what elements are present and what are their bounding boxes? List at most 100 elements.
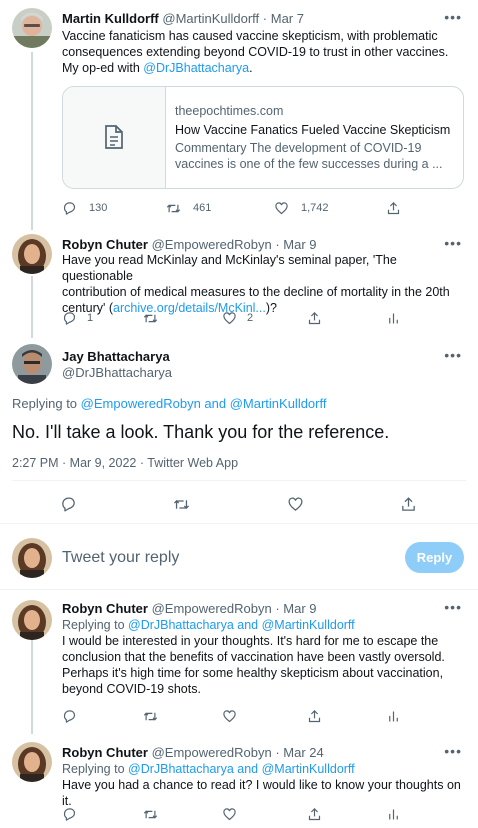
more-icon[interactable]: ••• [444,236,462,250]
share-icon [308,709,321,722]
analytics-button[interactable] [386,707,401,725]
like-button[interactable] [222,707,237,725]
main-tweet: Jay Bhattacharya @DrJBhattacharya ••• Re… [0,338,478,523]
author-handle[interactable]: @EmpoweredRobyn [152,601,272,616]
card-title: How Vaccine Fanatics Fueled Vaccine Skep… [175,123,451,137]
retweet-button[interactable]: 461 [166,199,211,217]
analytics-button[interactable] [386,309,401,327]
mention-link[interactable]: @DrJBhattacharya [143,61,249,75]
like-button[interactable]: 1,742 [274,199,329,217]
tweet-text: Vaccine fanaticism has caused vaccine sk… [62,29,438,43]
card-description: Commentary The development of COVID-19 [175,141,422,155]
tweet-text: My op-ed with [62,61,144,75]
author-handle[interactable]: @EmpoweredRobyn [152,745,272,760]
author-name[interactable]: Martin Kulldorff [62,11,159,26]
card-thumbnail [63,87,166,188]
more-icon[interactable]: ••• [444,744,462,758]
more-icon[interactable]: ••• [444,600,462,614]
avatar[interactable] [12,600,52,640]
tweet-text: . [249,61,253,75]
retweet-icon [173,499,190,509]
card-domain: theepochtimes.com [175,104,284,118]
replying-to-label: Replying to [62,618,129,632]
author-handle[interactable]: @MartinKulldorff [162,11,259,26]
document-icon [105,125,123,149]
heart-icon [223,311,236,324]
reply-icon [63,311,76,325]
reply-submit-button[interactable]: Reply [405,542,464,573]
replying-to-link[interactable]: @DrJBhattacharya and @MartinKulldorff [128,762,355,776]
link-card[interactable]: theepochtimes.com How Vaccine Fanatics F… [62,86,464,189]
share-button[interactable] [400,495,417,513]
replying-to-label: Replying to [12,396,81,411]
like-button[interactable] [287,495,304,513]
replying-to-link[interactable]: @EmpoweredRobyn and @MartinKulldorff [81,396,327,411]
tweet-date[interactable]: · Mar 24 [275,745,323,760]
more-icon[interactable]: ••• [444,348,462,362]
tweet-robyn-2[interactable]: Robyn Chuter @EmpoweredRobyn · Mar 9 •••… [0,590,478,734]
share-icon [308,807,321,820]
retweet-count: 461 [193,202,212,214]
replying-to-label: Replying to [62,762,129,776]
author-name[interactable]: Jay Bhattacharya [62,349,170,364]
reply-input[interactable]: Tweet your reply [62,548,392,568]
tweet-robyn-3[interactable]: Robyn Chuter @EmpoweredRobyn · Mar 24 ••… [0,734,478,828]
like-button[interactable] [222,805,237,823]
share-icon [387,201,400,214]
author-name[interactable]: Robyn Chuter [62,601,148,616]
share-button[interactable] [307,707,322,725]
reply-button[interactable] [60,495,77,513]
analytics-icon [389,313,398,323]
heart-icon [275,201,288,214]
tweet-text: Perhaps it's high time for some healthy … [62,666,444,680]
card-description: vaccines is one of the few successes dur… [175,157,443,171]
analytics-icon [389,711,398,721]
author-handle[interactable]: @DrJBhattacharya [62,365,172,380]
tweet-robyn-1[interactable]: Robyn Chuter @EmpoweredRobyn · Mar 9 •••… [0,228,478,338]
retweet-button[interactable] [143,309,158,327]
reply-count: 130 [89,202,108,214]
retweet-icon [143,314,158,322]
tweet-text: beyond COVID-19 shots. [62,682,201,696]
retweet-button[interactable] [173,495,190,513]
reply-button[interactable] [62,805,77,823]
reply-icon [63,201,76,215]
reply-icon [63,709,76,723]
reply-button[interactable]: 130 [62,199,107,217]
retweet-button[interactable] [143,805,158,823]
tweet-date[interactable]: · Mar 9 [275,601,316,616]
analytics-icon [389,809,398,819]
tweet-text: Have you read McKinlay and McKinlay's se… [62,253,397,283]
avatar[interactable] [12,344,52,384]
analytics-button[interactable] [386,805,401,823]
share-icon [402,496,415,511]
avatar[interactable] [12,742,52,782]
like-button[interactable]: 2 [222,309,253,327]
share-button[interactable] [307,805,322,823]
retweet-icon [166,204,181,212]
share-button[interactable] [386,199,401,217]
tweet-date[interactable]: · Mar 7 [263,11,304,26]
reply-icon [62,496,75,512]
share-button[interactable] [307,309,322,327]
author-name[interactable]: Robyn Chuter [62,237,148,252]
tweet-text: consequences extending beyond COVID-19 t… [62,45,449,59]
reply-button[interactable]: 1 [62,309,93,327]
avatar[interactable] [12,234,52,274]
more-icon[interactable]: ••• [444,10,462,24]
share-icon [308,311,321,324]
tweet-text: conclusion that the benefits of vaccinat… [62,650,445,664]
reply-button[interactable] [62,707,77,725]
avatar [12,538,52,578]
retweet-button[interactable] [143,707,158,725]
tweet-timestamp[interactable]: 2:27 PM · Mar 9, 2022 · Twitter Web App [12,455,238,471]
replying-to-link[interactable]: @DrJBhattacharya and @MartinKulldorff [128,618,355,632]
author-handle[interactable]: @EmpoweredRobyn [152,237,272,252]
tweet-martin[interactable]: Martin Kulldorff @MartinKulldorff · Mar … [0,0,478,228]
avatar[interactable] [12,8,52,48]
author-name[interactable]: Robyn Chuter [62,745,148,760]
retweet-icon [143,810,158,818]
tweet-date[interactable]: · Mar 9 [275,237,316,252]
divider [12,480,466,481]
retweet-icon [143,712,158,720]
